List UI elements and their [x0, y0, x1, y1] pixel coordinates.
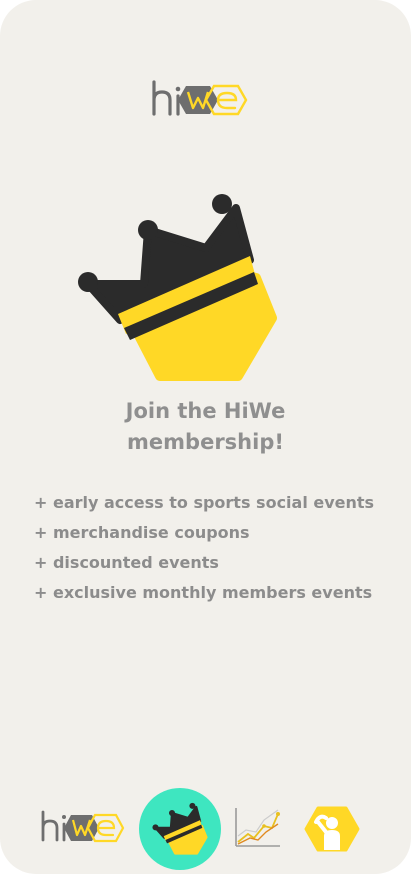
benefits-list: + early access to sports social events +… [34, 488, 374, 608]
benefit-item: + discounted events [34, 553, 219, 572]
nav-stats-button[interactable] [232, 806, 282, 850]
nav-home-button[interactable] [40, 808, 126, 848]
headline-line-1: Join the HiWe [125, 399, 286, 423]
crown-hero-icon [74, 190, 280, 386]
nav-profile-button[interactable] [304, 806, 360, 852]
nav-membership-button[interactable] [139, 788, 221, 870]
hiwe-logo-icon [41, 810, 125, 843]
hiwe-logo [150, 78, 250, 122]
membership-headline: Join the HiWe membership! [0, 396, 411, 458]
headline-line-2: membership! [127, 430, 284, 454]
benefit-item: + exclusive monthly members events [34, 583, 373, 602]
benefit-item: + early access to sports social events [34, 493, 375, 512]
bottom-nav [0, 786, 411, 870]
profile-icon [304, 806, 360, 852]
benefit-item: + merchandise coupons [34, 523, 250, 542]
crown-icon [152, 802, 208, 855]
membership-screen: Join the HiWe membership! + early access… [0, 0, 411, 874]
stats-chart-icon [235, 808, 280, 847]
